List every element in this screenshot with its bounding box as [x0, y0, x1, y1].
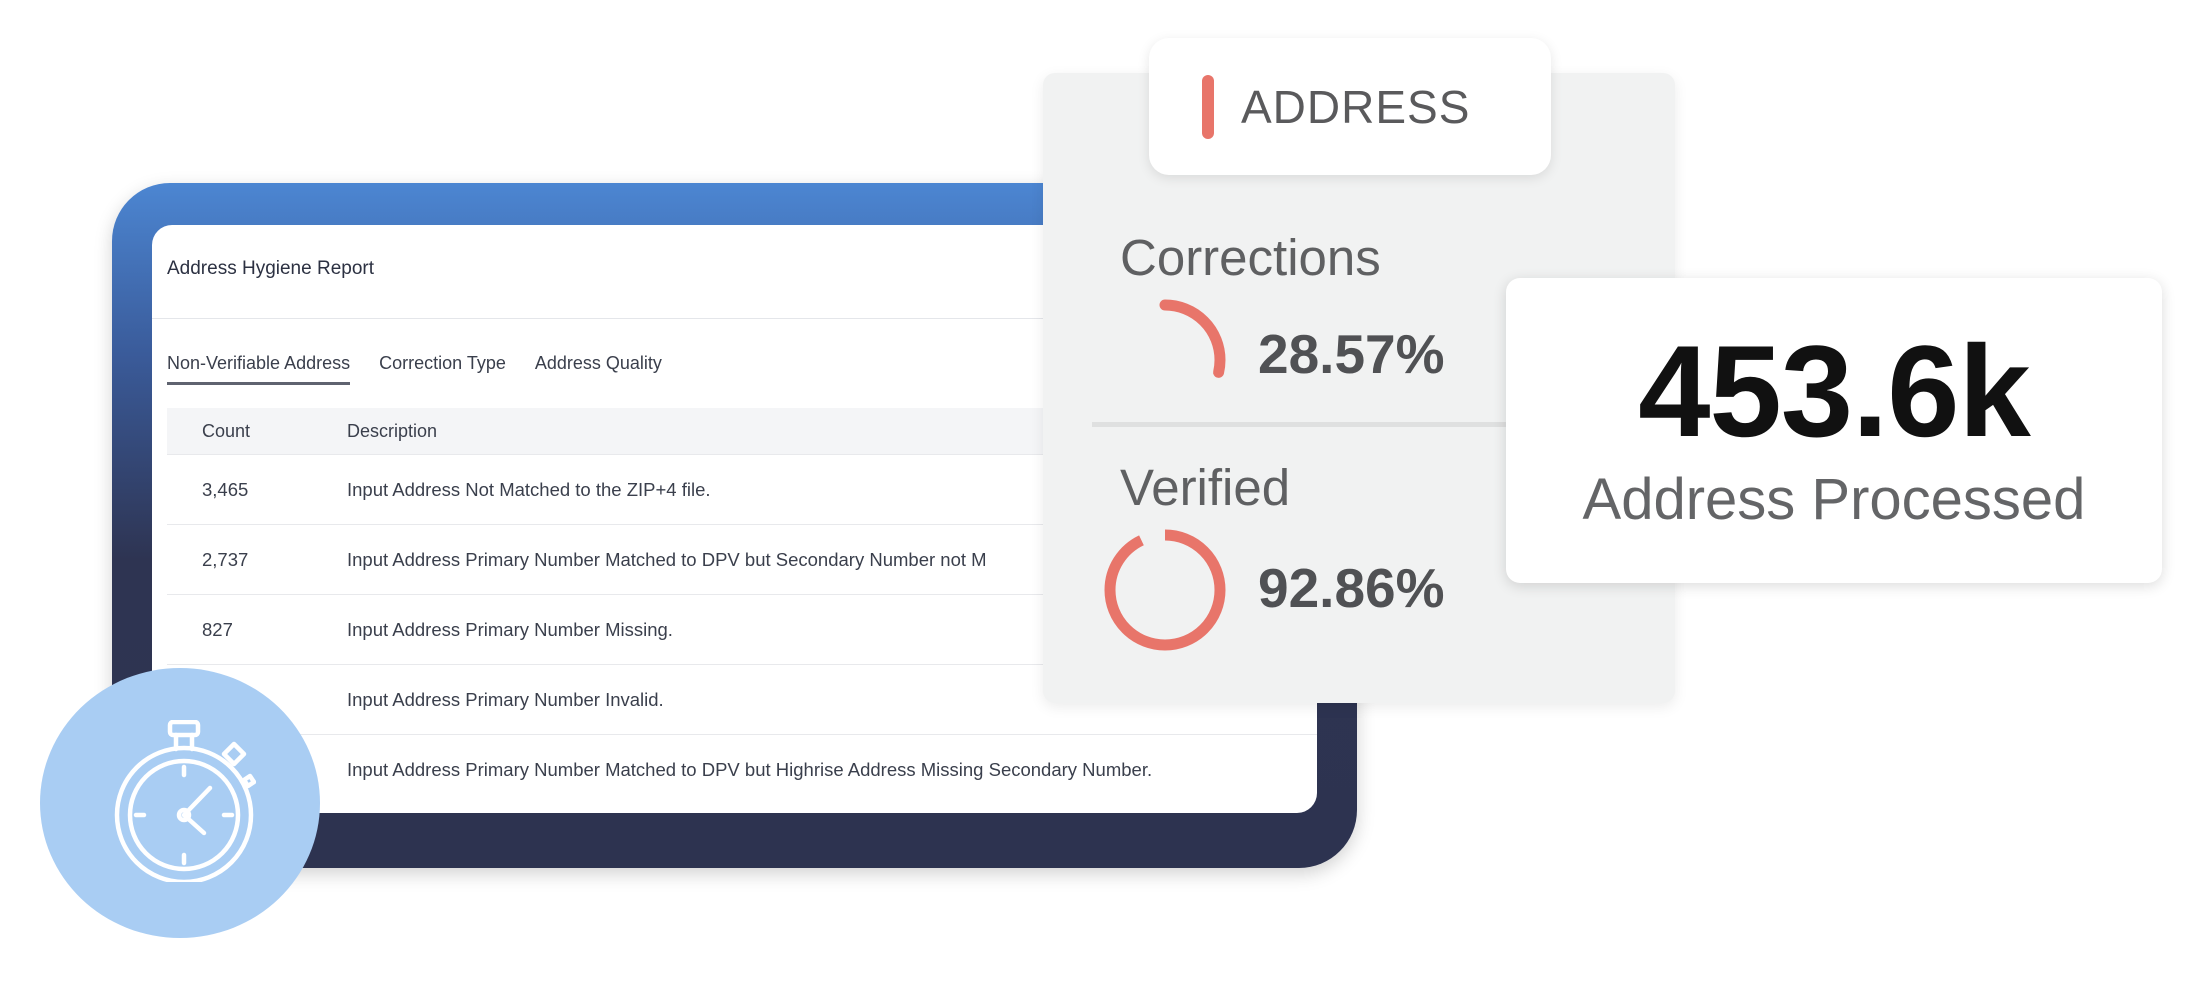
address-tag: ADDRESS	[1149, 38, 1551, 175]
corrections-label: Corrections	[1120, 229, 1381, 286]
address-processed-card: 453.6k Address Processed	[1506, 278, 2162, 583]
stopwatch-icon	[114, 720, 256, 882]
column-header-count[interactable]: Count	[167, 421, 347, 442]
accent-bar	[1202, 75, 1214, 139]
timer-badge	[40, 668, 320, 938]
address-tag-label: ADDRESS	[1241, 81, 1471, 133]
tab-address-quality[interactable]: Address Quality	[535, 353, 662, 385]
row-description: Input Address Primary Number Matched to …	[347, 758, 1153, 780]
row-count: 2,737	[202, 548, 249, 570]
report-tabs: Non-Verifiable Address Correction Type A…	[167, 353, 662, 385]
verified-arc	[1104, 529, 1226, 651]
row-count: 827	[202, 618, 233, 640]
row-count: 3,465	[202, 478, 249, 500]
verified-value: 92.86%	[1258, 557, 1445, 619]
tab-correction-type[interactable]: Correction Type	[379, 353, 506, 385]
verified-label: Verified	[1120, 459, 1291, 516]
processed-value: 453.6k	[1638, 318, 2031, 464]
report-title: Address Hygiene Report	[167, 258, 374, 279]
corrections-ring	[1104, 299, 1226, 421]
metrics-divider	[1092, 422, 1507, 427]
corrections-arc	[1104, 299, 1226, 421]
tab-non-verifiable-address[interactable]: Non-Verifiable Address	[167, 353, 351, 385]
table-row[interactable]: Input Address Primary Number Matched to …	[167, 734, 1317, 804]
corrections-value: 28.57%	[1258, 323, 1445, 385]
processed-label: Address Processed	[1582, 467, 2086, 532]
verified-ring	[1104, 529, 1226, 651]
